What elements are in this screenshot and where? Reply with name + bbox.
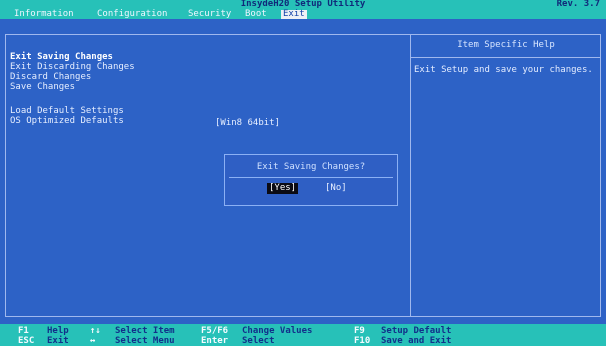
key-f10-desc: Save and Exit xyxy=(381,336,452,346)
arrow-up-down-icon: ↑↓ xyxy=(90,326,101,336)
os-optimized-value[interactable]: [Win8 64bit] xyxy=(215,119,280,128)
key-updown-desc: Select Item xyxy=(115,326,175,336)
tab-bar: Information Configuration Security Boot … xyxy=(0,9,606,19)
key-f1: F1 xyxy=(18,326,29,336)
title-bar: InsydeH20 Setup Utility Rev. 3.7 xyxy=(0,0,606,9)
no-button[interactable]: [No] xyxy=(325,184,347,193)
dialog-title: Exit Saving Changes? xyxy=(256,162,366,172)
help-separator xyxy=(411,57,601,58)
arrow-left-right-icon: ↔ xyxy=(90,336,96,346)
tab-configuration[interactable]: Configuration xyxy=(97,10,167,19)
help-text: Exit Setup and save your changes. xyxy=(414,65,593,75)
key-esc: ESC xyxy=(18,336,35,346)
key-f10: F10 xyxy=(354,336,371,346)
panel-divider xyxy=(410,34,411,317)
menu-item-save-changes[interactable]: Save Changes xyxy=(10,83,135,93)
key-f5f6-desc: Change Values xyxy=(242,326,313,336)
key-f9-desc: Setup Default xyxy=(381,326,452,336)
key-enter: Enter xyxy=(201,336,229,346)
key-enter-desc: Select xyxy=(242,336,275,346)
tab-boot[interactable]: Boot xyxy=(245,10,267,19)
key-help-bar: F1 Help ESC Exit ↑↓ Select Item ↔ Select… xyxy=(0,324,606,346)
dialog-separator xyxy=(229,177,393,178)
tab-security[interactable]: Security xyxy=(188,10,231,19)
tab-exit[interactable]: Exit xyxy=(281,10,307,19)
key-f9: F9 xyxy=(354,326,365,336)
tab-information[interactable]: Information xyxy=(14,10,74,19)
menu-item-os-optimized-defaults[interactable]: OS Optimized Defaults xyxy=(10,117,135,127)
key-leftright-desc: Select Menu xyxy=(115,336,175,346)
confirm-dialog: Exit Saving Changes? [Yes] [No] xyxy=(224,154,398,206)
key-esc-desc: Exit xyxy=(47,336,69,346)
help-title: Item Specific Help xyxy=(457,40,555,50)
key-f5f6: F5/F6 xyxy=(201,326,229,336)
key-f1-desc: Help xyxy=(47,326,69,336)
menu-spacer xyxy=(10,93,135,107)
revision-label: Rev. 3.7 xyxy=(556,0,600,9)
exit-menu: Exit Saving Changes Exit Discarding Chan… xyxy=(10,53,135,127)
yes-button[interactable]: [Yes] xyxy=(267,183,299,194)
utility-title: InsydeH20 Setup Utility xyxy=(240,0,366,9)
